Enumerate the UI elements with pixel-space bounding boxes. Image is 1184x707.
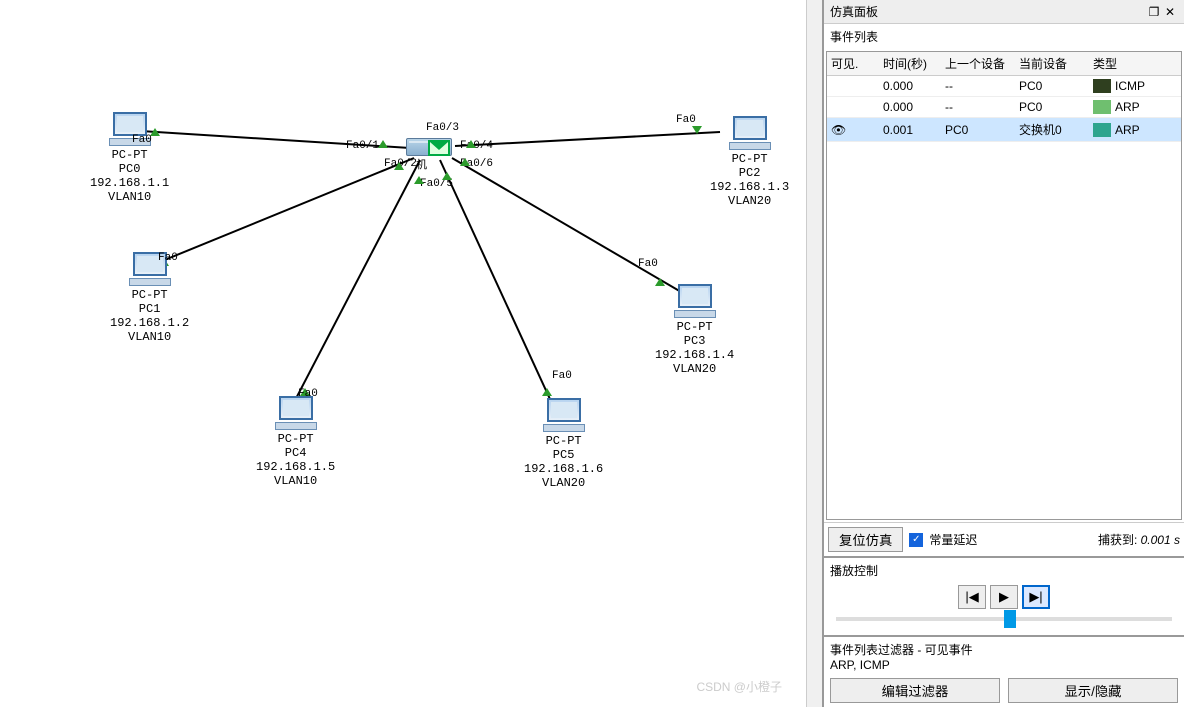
topology-canvas[interactable]: 机 Fa0/1 Fa0/2 Fa0/3 Fa0/4 Fa0/5 Fa0/6 PC… xyxy=(0,0,822,707)
link-status-icon xyxy=(542,388,552,396)
speed-slider[interactable] xyxy=(836,617,1172,621)
event-visible xyxy=(827,104,879,110)
event-cur: PC0 xyxy=(1015,76,1089,96)
restore-icon[interactable]: ❐ xyxy=(1146,4,1162,20)
event-list-title: 事件列表 xyxy=(824,24,1184,49)
device-labels: PC-PT PC0 192.168.1.1 VLAN10 xyxy=(90,148,169,204)
event-filter-section: 事件列表过滤器 - 可见事件 ARP, ICMP 编辑过滤器 显示/隐藏 xyxy=(824,635,1184,707)
type-color-swatch xyxy=(1093,123,1111,137)
event-time: 0.000 xyxy=(879,97,941,117)
port-label: Fa0/1 xyxy=(346,140,379,152)
event-list-header: 可见. 时间(秒) 上一个设备 当前设备 类型 xyxy=(827,52,1181,76)
close-icon[interactable]: ✕ xyxy=(1162,4,1178,20)
interface-label: Fa0 xyxy=(132,134,152,146)
switch-label: 机 xyxy=(416,156,427,172)
link-status-icon xyxy=(394,162,404,170)
event-row[interactable]: 0.001 PC0 交换机0 ARP xyxy=(827,118,1181,142)
col-cur-device[interactable]: 当前设备 xyxy=(1015,52,1089,75)
pc-device-pc2[interactable]: PC-PT PC2 192.168.1.3 VLAN20 xyxy=(710,116,789,208)
pc-icon xyxy=(275,396,317,430)
link-status-icon xyxy=(442,172,452,180)
type-color-swatch xyxy=(1093,100,1111,114)
playback-section: 播放控制 |◀ ▶ ▶| xyxy=(824,556,1184,635)
interface-label: Fa0 xyxy=(158,252,178,264)
event-cur: 交换机0 xyxy=(1015,118,1089,141)
const-delay-checkbox[interactable]: ✓ xyxy=(909,533,923,547)
playback-title: 播放控制 xyxy=(828,560,1180,585)
link-status-icon xyxy=(466,140,476,148)
event-prev: -- xyxy=(941,76,1015,96)
event-visible xyxy=(827,83,879,89)
step-forward-button[interactable]: ▶| xyxy=(1022,585,1050,609)
device-labels: PC-PT PC1 192.168.1.2 VLAN10 xyxy=(110,288,189,344)
device-labels: PC-PT PC2 192.168.1.3 VLAN20 xyxy=(710,152,789,208)
port-label: Fa0/4 xyxy=(460,140,493,152)
edit-filter-button[interactable]: 编辑过滤器 xyxy=(830,678,1000,703)
col-prev-device[interactable]: 上一个设备 xyxy=(941,52,1015,75)
col-visible[interactable]: 可见. xyxy=(827,52,879,75)
filter-title: 事件列表过滤器 - 可见事件 xyxy=(830,641,1178,658)
event-prev: PC0 xyxy=(941,120,1015,140)
type-color-swatch xyxy=(1093,79,1111,93)
event-type: ARP xyxy=(1089,97,1181,117)
event-cur: PC0 xyxy=(1015,97,1089,117)
pc-device-pc4[interactable]: PC-PT PC4 192.168.1.5 VLAN10 xyxy=(256,396,335,488)
device-labels: PC-PT PC4 192.168.1.5 VLAN10 xyxy=(256,432,335,488)
event-visible xyxy=(827,120,879,140)
pdu-envelope-icon[interactable] xyxy=(428,140,450,156)
canvas-scrollbar-vertical[interactable] xyxy=(806,0,822,707)
event-type: ARP xyxy=(1089,120,1181,140)
event-time: 0.000 xyxy=(879,76,941,96)
eye-icon xyxy=(831,123,846,137)
panel-title: 仿真面板 xyxy=(830,3,1146,20)
interface-label: Fa0 xyxy=(298,388,318,400)
capture-status: 捕获到: 0.001 s xyxy=(983,531,1180,548)
pc-device-pc3[interactable]: PC-PT PC3 192.168.1.4 VLAN20 xyxy=(655,284,734,376)
link-status-icon xyxy=(460,158,470,166)
col-time[interactable]: 时间(秒) xyxy=(879,52,941,75)
col-type[interactable]: 类型 xyxy=(1089,52,1181,75)
filter-protocols: ARP, ICMP xyxy=(830,658,1178,672)
device-labels: PC-PT PC5 192.168.1.6 VLAN20 xyxy=(524,434,603,490)
device-labels: PC-PT PC3 192.168.1.4 VLAN20 xyxy=(655,320,734,376)
simulation-panel: 仿真面板 ❐ ✕ 事件列表 可见. 时间(秒) 上一个设备 当前设备 类型 0.… xyxy=(822,0,1184,707)
panel-header: 仿真面板 ❐ ✕ xyxy=(824,0,1184,24)
link-status-icon xyxy=(414,176,424,184)
interface-label: Fa0 xyxy=(638,258,658,270)
interface-label: Fa0 xyxy=(552,370,572,382)
const-delay-label: 常量延迟 xyxy=(929,531,977,548)
pc-icon xyxy=(543,398,585,432)
event-row[interactable]: 0.000 -- PC0 ICMP xyxy=(827,76,1181,97)
reset-sim-button[interactable]: 复位仿真 xyxy=(828,527,903,552)
pc-device-pc1[interactable]: PC-PT PC1 192.168.1.2 VLAN10 xyxy=(110,252,189,344)
pc-icon xyxy=(729,116,771,150)
sim-footer: 复位仿真 ✓ 常量延迟 捕获到: 0.001 s xyxy=(824,522,1184,556)
event-type: ICMP xyxy=(1089,76,1181,96)
port-label: Fa0/3 xyxy=(426,122,459,134)
event-list: 可见. 时间(秒) 上一个设备 当前设备 类型 0.000 -- PC0 ICM… xyxy=(826,51,1182,520)
pc-icon xyxy=(674,284,716,318)
pc-device-pc5[interactable]: PC-PT PC5 192.168.1.6 VLAN20 xyxy=(524,398,603,490)
event-row[interactable]: 0.000 -- PC0 ARP xyxy=(827,97,1181,118)
show-hide-button[interactable]: 显示/隐藏 xyxy=(1008,678,1178,703)
event-prev: -- xyxy=(941,97,1015,117)
play-button[interactable]: ▶ xyxy=(990,585,1018,609)
link-status-icon xyxy=(692,126,702,134)
watermark: CSDN @小橙子 xyxy=(696,678,782,695)
step-back-button[interactable]: |◀ xyxy=(958,585,986,609)
event-time: 0.001 xyxy=(879,120,941,140)
link-status-icon xyxy=(378,140,388,148)
pc-device-pc0[interactable]: PC-PT PC0 192.168.1.1 VLAN10 xyxy=(90,112,169,204)
interface-label: Fa0 xyxy=(676,114,696,126)
slider-thumb[interactable] xyxy=(1004,610,1016,628)
